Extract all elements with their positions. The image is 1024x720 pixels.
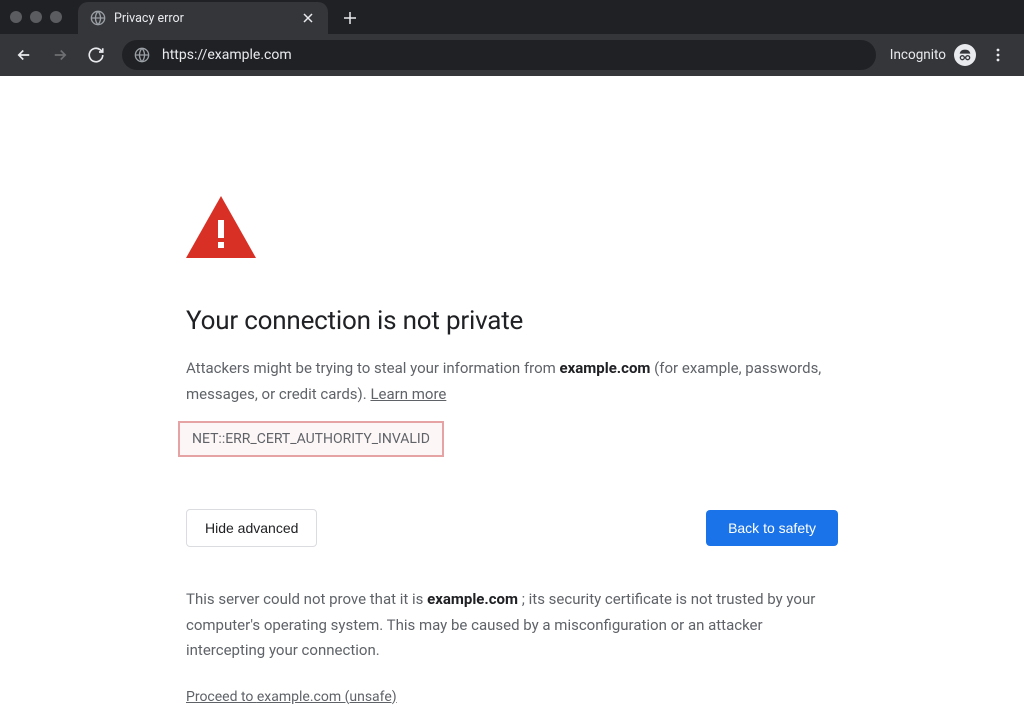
incognito-icon[interactable]	[954, 44, 976, 66]
page-content: Your connection is not private Attackers…	[0, 76, 1024, 705]
proceed-prefix: Proceed to	[186, 689, 257, 705]
browser-menu-button[interactable]	[984, 41, 1012, 69]
proceed-link-text: example.com (unsafe)	[257, 689, 397, 705]
titlebar: Privacy error	[0, 0, 1024, 34]
window-minimize-button[interactable]	[30, 11, 42, 23]
incognito-label: Incognito	[890, 47, 946, 63]
proceed-unsafe-link[interactable]: Proceed to example.com (unsafe)	[186, 689, 397, 705]
error-code: NET::ERR_CERT_AUTHORITY_INVALID	[178, 421, 444, 457]
tab-title: Privacy error	[114, 11, 292, 26]
window-close-button[interactable]	[10, 11, 22, 23]
url-text: https://example.com	[162, 47, 864, 63]
page-heading: Your connection is not private	[186, 306, 838, 336]
window-controls	[10, 11, 62, 23]
reload-button[interactable]	[80, 39, 112, 71]
globe-icon	[134, 47, 150, 63]
hide-advanced-button[interactable]: Hide advanced	[186, 509, 317, 547]
warning-text-prefix: Attackers might be trying to steal your …	[186, 359, 560, 377]
warning-description: Attackers might be trying to steal your …	[186, 356, 838, 407]
button-row: Hide advanced Back to safety	[186, 509, 838, 547]
toolbar-right: Incognito	[886, 41, 1016, 69]
warning-triangle-icon	[186, 196, 838, 262]
window-maximize-button[interactable]	[50, 11, 62, 23]
globe-icon	[90, 10, 106, 26]
browser-tab[interactable]: Privacy error	[78, 2, 328, 34]
new-tab-button[interactable]	[336, 4, 364, 32]
address-bar[interactable]: https://example.com	[122, 40, 876, 70]
back-button[interactable]	[8, 39, 40, 71]
back-to-safety-button[interactable]: Back to safety	[706, 510, 838, 546]
tab-close-button[interactable]	[300, 10, 316, 26]
warning-domain: example.com	[560, 359, 651, 377]
details-prefix: This server could not prove that it is	[186, 590, 427, 608]
server-details-text: This server could not prove that it is e…	[186, 587, 838, 664]
learn-more-link[interactable]: Learn more	[370, 385, 446, 403]
forward-button[interactable]	[44, 39, 76, 71]
toolbar: https://example.com Incognito	[0, 34, 1024, 76]
tabstrip: Privacy error	[78, 0, 364, 34]
details-domain: example.com	[427, 590, 518, 608]
